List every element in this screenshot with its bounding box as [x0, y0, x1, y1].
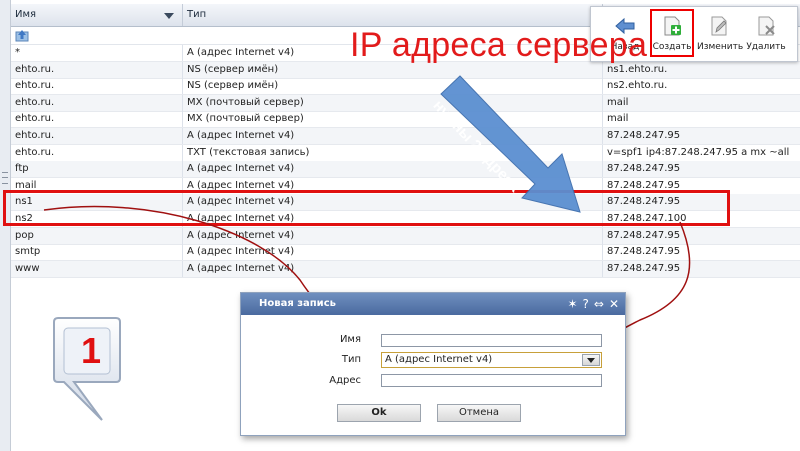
new-record-dialog: Новая запись ✶? ⇔ ✕ Имя Тип A (адрес Inter…	[240, 292, 626, 436]
ok-button[interactable]: Ok	[337, 404, 421, 422]
name-label: Имя	[339, 334, 361, 345]
pin-icon[interactable]: ✶	[567, 297, 577, 311]
type-label: Тип	[341, 354, 361, 365]
type-select[interactable]: A (адрес Internet v4)	[381, 352, 602, 368]
resize-icon[interactable]: ⇔	[594, 297, 604, 311]
help-icon[interactable]: ?	[583, 297, 589, 311]
close-icon[interactable]: ✕	[609, 297, 619, 311]
dialog-tools: ✶? ⇔ ✕	[562, 293, 619, 315]
chevron-down-icon[interactable]	[582, 354, 600, 366]
callout-number: 1	[80, 330, 102, 371]
address-label: Адрес	[329, 375, 361, 386]
name-field[interactable]	[381, 334, 602, 347]
step-callout: 1	[48, 316, 122, 421]
address-field[interactable]	[381, 374, 602, 387]
cancel-button[interactable]: Отмена	[437, 404, 521, 422]
